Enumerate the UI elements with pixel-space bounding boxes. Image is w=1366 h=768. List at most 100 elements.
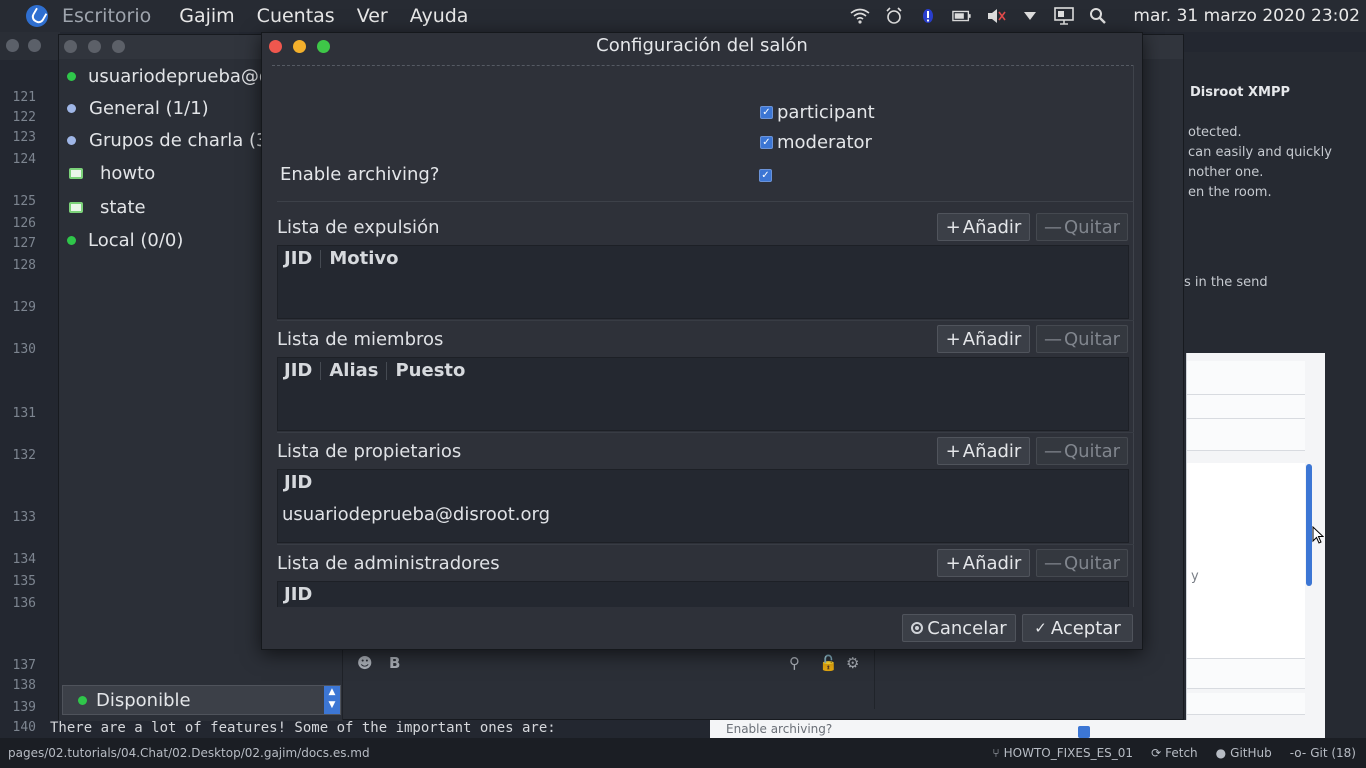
table-header: JID [278, 586, 320, 604]
message-composer-toolbar: ☻ B ⚲ 🔓 ⚙ [343, 645, 875, 705]
github-button[interactable]: ● GitHub [1216, 746, 1272, 760]
online-status-icon [67, 71, 76, 81]
table-header: JID Motivo [278, 250, 407, 268]
git-branch[interactable]: ⑂ HOWTO_FIXES_ES_01 [992, 746, 1133, 760]
online-status-icon [67, 235, 76, 245]
column-header-jid[interactable]: JID [278, 362, 322, 380]
owner-list-label: Lista de propietarios [277, 441, 462, 462]
roster-room-howto[interactable]: howto [59, 158, 155, 188]
ban-list-label: Lista de expulsión [277, 217, 440, 238]
preview-scrollbar[interactable] [1306, 464, 1312, 586]
maximize-icon[interactable] [112, 40, 125, 53]
preview-text: s in the send [1184, 275, 1268, 290]
close-icon[interactable] [64, 40, 77, 53]
owner-list-remove-button[interactable]: — Quitar [1036, 437, 1128, 465]
preview-checkbox [1078, 726, 1090, 738]
member-list-table[interactable]: JID Alias Puesto [277, 357, 1129, 431]
roster-group-chats[interactable]: Grupos de charla (3/ [59, 125, 274, 155]
menu-gajim[interactable]: Gajim [179, 5, 234, 27]
member-list-add-button[interactable]: + Añadir [937, 325, 1030, 353]
checkbox-checked-icon[interactable]: ✓ [759, 169, 772, 182]
table-row[interactable]: usuariodeprueba@disroot.org [282, 504, 550, 525]
group-label: Grupos de charla (3/ [89, 129, 274, 151]
alert-icon[interactable] [918, 6, 938, 26]
admin-list-remove-button[interactable]: — Quitar [1036, 549, 1128, 577]
line-number: 140 [12, 720, 36, 735]
alarm-icon[interactable] [884, 6, 904, 26]
cancel-button[interactable]: Cancelar [902, 614, 1016, 642]
status-selector[interactable]: Disponible ▲ ▼ [62, 685, 341, 715]
room-config-dialog: Configuración del salón ✓ participant ✓ … [261, 32, 1143, 650]
search-icon[interactable] [1088, 6, 1108, 26]
line-number: 133 [12, 510, 36, 525]
system-tray: mar. 31 marzo 2020 23:02 [843, 0, 1366, 32]
status-bar-right: ⑂ HOWTO_FIXES_ES_01 ⟳ Fetch ● GitHub -o-… [974, 738, 1356, 768]
battery-icon[interactable] [952, 6, 972, 26]
git-button[interactable]: -o- Git (18) [1290, 746, 1356, 760]
checkbox-moderator[interactable]: ✓ moderator [760, 132, 872, 153]
column-header-role[interactable]: Puesto [387, 362, 473, 380]
ban-list-table[interactable]: JID Motivo [277, 245, 1129, 319]
mouse-cursor-icon [1312, 526, 1324, 544]
clock[interactable]: mar. 31 marzo 2020 23:02 [1133, 6, 1360, 26]
fetch-button[interactable]: ⟳ Fetch [1151, 746, 1198, 760]
gear-icon[interactable]: ⚙ [846, 654, 859, 672]
emoji-icon[interactable]: ☻ [357, 654, 373, 672]
menu-ver[interactable]: Ver [357, 5, 388, 27]
app-menu-title[interactable]: Escritorio [62, 5, 151, 27]
os-menu-icon[interactable] [26, 5, 48, 27]
code-line[interactable]: There are a lot of features! Some of the… [50, 720, 556, 736]
online-status-icon [78, 695, 87, 705]
line-number: 134 [12, 552, 36, 567]
checkbox-checked-icon[interactable]: ✓ [760, 136, 773, 149]
menu-ayuda[interactable]: Ayuda [410, 5, 469, 27]
wifi-icon[interactable] [850, 6, 870, 26]
close-icon[interactable] [6, 39, 19, 52]
bold-icon[interactable]: B [389, 654, 400, 672]
checkbox-checked-icon[interactable]: ✓ [760, 106, 773, 119]
line-number: 128 [12, 258, 36, 273]
github-icon: ● [1215, 746, 1227, 760]
encryption-icon[interactable]: 🔓 [819, 654, 838, 672]
file-path[interactable]: pages/02.tutorials/04.Chat/02.Desktop/02… [8, 746, 370, 760]
admin-list-table[interactable]: JID [277, 581, 1129, 607]
roster-room-state[interactable]: state [59, 192, 146, 222]
admin-list-add-button[interactable]: + Añadir [937, 549, 1030, 577]
ban-list-add-button[interactable]: + Añadir [937, 213, 1030, 241]
checkbox-participant[interactable]: ✓ participant [760, 102, 875, 123]
branch-label: HOWTO_FIXES_ES_01 [1003, 746, 1134, 760]
line-number: 130 [12, 342, 36, 357]
column-header-reason[interactable]: Motivo [321, 250, 406, 268]
member-list-remove-button[interactable]: — Quitar [1036, 325, 1128, 353]
attach-icon[interactable]: ⚲ [789, 654, 800, 672]
minimize-icon[interactable] [88, 40, 101, 53]
volume-muted-icon[interactable] [986, 6, 1007, 26]
checkbox-label: moderator [777, 132, 872, 153]
roster-account[interactable]: usuariodeprueba@dis [59, 61, 285, 91]
line-number: 124 [12, 152, 36, 167]
column-header-jid[interactable]: JID [278, 474, 320, 492]
room-label: state [100, 196, 146, 218]
table-header: JID Alias Puesto [278, 362, 473, 380]
preview-screenshot: y [1186, 353, 1325, 738]
column-header-jid[interactable]: JID [278, 586, 320, 604]
menu-cuentas[interactable]: Cuentas [257, 5, 335, 27]
minimize-icon[interactable] [28, 39, 41, 52]
column-header-jid[interactable]: JID [278, 250, 322, 268]
accept-button[interactable]: ✓ Aceptar [1022, 614, 1133, 642]
roster-account-local[interactable]: Local (0/0) [59, 225, 183, 255]
owner-list-table[interactable]: JID usuariodeprueba@disroot.org [277, 469, 1129, 543]
display-icon[interactable] [1054, 6, 1075, 26]
checkbox-enable-archiving[interactable]: ✓ [759, 169, 776, 182]
preview-text: can easily and quickly [1188, 145, 1332, 160]
ban-list-remove-button[interactable]: — Quitar [1036, 213, 1128, 241]
column-header-alias[interactable]: Alias [321, 362, 388, 380]
divider [277, 432, 1134, 433]
roster-group-general[interactable]: General (1/1) [59, 93, 209, 123]
dialog-scroll-area[interactable]: ✓ participant ✓ moderator Enable archivi… [272, 65, 1134, 607]
owner-list-add-button[interactable]: + Añadir [937, 437, 1030, 465]
chevron-down-icon[interactable] [1020, 6, 1040, 26]
dialog-title: Configuración del salón [596, 35, 808, 56]
line-number: 129 [12, 300, 36, 315]
room-label: howto [100, 162, 156, 184]
